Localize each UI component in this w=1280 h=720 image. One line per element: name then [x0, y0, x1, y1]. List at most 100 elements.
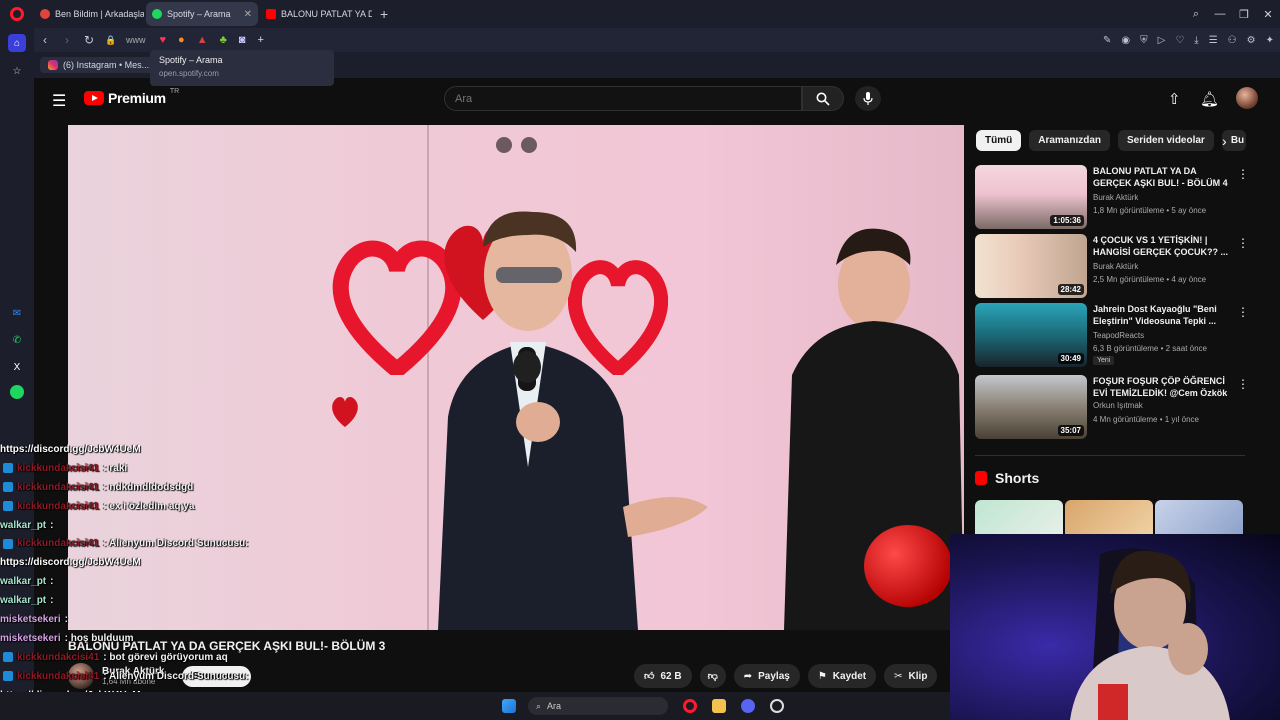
tab-ben-bildim[interactable]: Ben Bildim | Arkadaşlarını: [34, 2, 144, 26]
pinned-extensions: ♥ ● ▲ ♣ ◙ +: [160, 34, 264, 46]
ai-icon[interactable]: ✦: [1266, 35, 1274, 46]
search-button[interactable]: [802, 86, 844, 111]
favorite-icon[interactable]: ♡: [1175, 35, 1184, 46]
plant-icon[interactable]: ♣: [220, 34, 227, 46]
settings-icon[interactable]: ⚙: [1247, 35, 1256, 46]
recommendation-item[interactable]: 1:05:36 BALONU PATLAT YA DA GERÇEK AŞKI …: [975, 165, 1275, 229]
whatsapp-icon[interactable]: ✆: [8, 331, 26, 349]
spotify-icon: [152, 9, 162, 19]
tab-youtube-video[interactable]: BALONU PATLAT YA D: [260, 2, 372, 26]
shield-icon[interactable]: ⛨: [1140, 35, 1148, 46]
save-button[interactable]: ⚑ Kaydet: [807, 664, 877, 688]
recommendation-channel[interactable]: Orkun Işıtmak: [1093, 401, 1143, 410]
app-icon[interactable]: [770, 699, 784, 713]
chat-message: misketsekeri: hoş bulduum: [0, 629, 400, 648]
cast-icon[interactable]: [521, 137, 537, 153]
recommendation-title[interactable]: FOŞUR FOŞUR ÇÖP ÖĞRENCİ EVİ TEMİZLEDİK! …: [1093, 375, 1233, 399]
minimize-icon[interactable]: —: [1208, 8, 1232, 20]
triangle-icon[interactable]: ▲: [197, 34, 208, 46]
chip-from-search[interactable]: Aramanızdan: [1029, 130, 1111, 151]
list-icon[interactable]: ☰: [1209, 35, 1218, 46]
notifications-icon[interactable]: 🔔︎: [1200, 90, 1219, 108]
recommendation-meta: 4 Mn görüntüleme • 1 yıl önce: [1093, 415, 1199, 424]
discord-icon[interactable]: [741, 699, 755, 713]
recommendation-item[interactable]: 30:49 Jahrein Dost Kayaoğlu "Beni Eleşti…: [975, 303, 1275, 367]
recommendation-channel[interactable]: Burak Aktürk: [1093, 193, 1138, 202]
miniplayer-icon[interactable]: [496, 137, 512, 153]
filter-chips: Tümü Aramanızdan Seriden videolar Bu: [976, 130, 1246, 151]
recommendation-channel[interactable]: TeapodReacts: [1093, 331, 1144, 340]
more-options-icon[interactable]: ⋮: [1237, 305, 1249, 319]
bookmark-instagram[interactable]: (6) Instagram • Mes...: [40, 57, 158, 73]
tab-spotify[interactable]: Spotify – Arama ✕: [146, 2, 258, 26]
x-twitter-icon[interactable]: X: [8, 358, 26, 376]
users-icon[interactable]: ◙: [239, 34, 246, 46]
share-button[interactable]: ➦ Paylaş: [733, 664, 800, 688]
upload-icon[interactable]: ⇧: [1168, 90, 1181, 108]
recommendation-title[interactable]: Jahrein Dost Kayaoğlu "Beni Eleştirin" V…: [1093, 303, 1233, 327]
more-options-icon[interactable]: ⋮: [1237, 236, 1249, 250]
kick-badge-icon: [3, 671, 13, 682]
hamburger-menu-icon[interactable]: ☰: [52, 91, 66, 111]
opera-menu-icon[interactable]: [0, 0, 34, 28]
stream-chat-overlay: https://discord.gg/JcbW4UeM kickkundakcis…: [0, 440, 400, 720]
more-options-icon[interactable]: ⋮: [1237, 167, 1249, 181]
windows-start-icon[interactable]: [502, 699, 516, 713]
messenger-icon[interactable]: ✉: [8, 304, 26, 322]
flame-icon[interactable]: ●: [178, 34, 185, 46]
recommendation-item[interactable]: 35:07 FOŞUR FOŞUR ÇÖP ÖĞRENCİ EVİ TEMİZL…: [975, 375, 1275, 439]
new-tab-button[interactable]: +: [380, 6, 388, 22]
more-options-icon[interactable]: ⋮: [1237, 377, 1249, 391]
search-input[interactable]: [444, 86, 802, 111]
voice-search-button[interactable]: [855, 86, 881, 111]
heart-icon[interactable]: ♥: [160, 34, 167, 46]
player-icon[interactable]: ▷: [1158, 35, 1166, 46]
tab-close-icon[interactable]: ✕: [244, 9, 252, 20]
new-badge: Yeni: [1093, 356, 1115, 365]
chip-all[interactable]: Tümü: [976, 130, 1022, 151]
camera-icon[interactable]: ◉: [1121, 35, 1130, 46]
chat-message: misketsekeri:: [0, 610, 400, 629]
home-icon[interactable]: ⌂: [8, 34, 26, 52]
spotify-sidebar-icon[interactable]: [10, 385, 24, 399]
window-controls: ⌕ — ❐ ✕: [1184, 0, 1280, 28]
video-duration: 28:42: [1057, 284, 1084, 295]
file-explorer-icon[interactable]: [712, 699, 726, 713]
video-thumbnail[interactable]: 35:07: [975, 375, 1087, 439]
clip-button[interactable]: ✂ Klip: [884, 664, 938, 688]
chat-text: :: [50, 576, 54, 588]
reload-icon[interactable]: ↻: [78, 33, 100, 47]
url-field[interactable]: www: [126, 35, 146, 45]
chat-username: kickkundakcisi41: [17, 481, 100, 493]
forward-icon[interactable]: ›: [56, 33, 78, 47]
maximize-icon[interactable]: ❐: [1232, 8, 1256, 21]
chip-series[interactable]: Seriden videolar: [1118, 130, 1214, 151]
chevron-right-icon[interactable]: ›: [1222, 133, 1227, 149]
account-icon[interactable]: ⚇: [1228, 35, 1237, 46]
recommendation-title[interactable]: BALONU PATLAT YA DA GERÇEK AŞKI BUL! - B…: [1093, 165, 1233, 189]
recommendation-channel[interactable]: Burak Aktürk: [1093, 262, 1138, 271]
star-icon[interactable]: ☆: [8, 62, 26, 80]
chat-text: https://discord.gg/JcbW4UeM: [0, 443, 141, 455]
download-icon[interactable]: ⤓: [1194, 35, 1198, 46]
opera-taskbar-icon[interactable]: [683, 699, 697, 713]
add-extension-icon[interactable]: +: [257, 34, 263, 46]
recommendation-title[interactable]: 4 ÇOCUK VS 1 YETİŞKİN! | HANGİSİ GERÇEK …: [1093, 234, 1233, 258]
bookmark-label: (6) Instagram • Mes...: [63, 60, 150, 70]
chat-text: :: [64, 613, 68, 625]
video-thumbnail[interactable]: 30:49: [975, 303, 1087, 367]
user-avatar[interactable]: [1236, 87, 1258, 109]
close-window-icon[interactable]: ✕: [1256, 8, 1280, 21]
dislike-button[interactable]: 👎︎: [699, 664, 726, 688]
taskbar-search[interactable]: ⌕ Ara: [528, 697, 668, 715]
like-button[interactable]: 👍︎ 62 B: [634, 664, 692, 688]
chat-message: https://discord.gg/JcbW4UeM: [0, 440, 400, 459]
search-tabs-icon[interactable]: ⌕: [1184, 8, 1208, 21]
youtube-logo[interactable]: Premium TR: [84, 88, 179, 106]
back-icon[interactable]: ‹: [34, 33, 56, 47]
tab-label: Ben Bildim | Arkadaşlarını: [55, 9, 144, 19]
recommendation-item[interactable]: 28:42 4 ÇOCUK VS 1 YETİŞKİN! | HANGİSİ G…: [975, 234, 1275, 298]
video-thumbnail[interactable]: 28:42: [975, 234, 1087, 298]
video-thumbnail[interactable]: 1:05:36: [975, 165, 1087, 229]
edit-icon[interactable]: ✎: [1103, 35, 1111, 46]
